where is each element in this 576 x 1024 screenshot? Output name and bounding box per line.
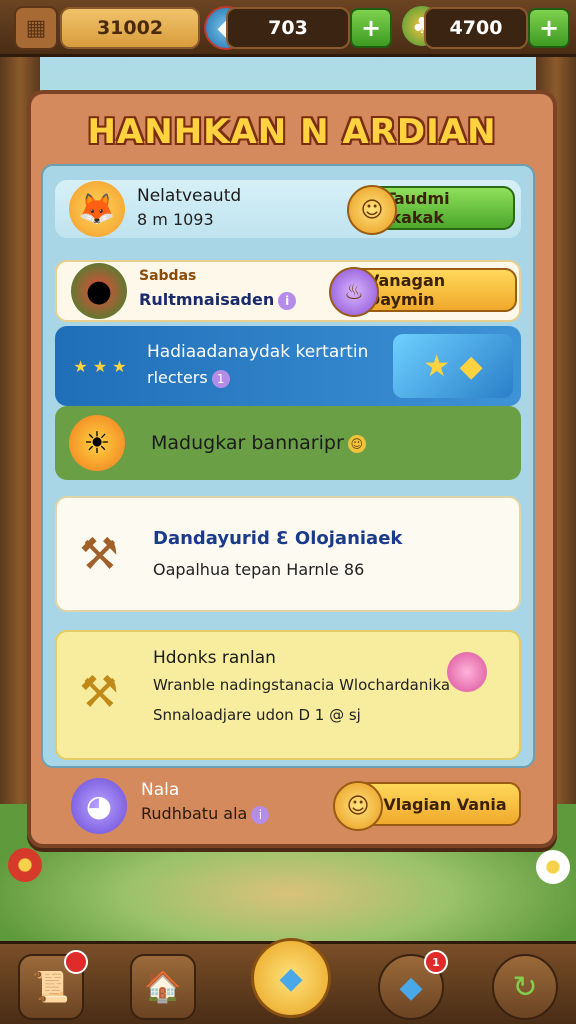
vlagian-button[interactable]: ☺ Vlagian Vania (333, 781, 521, 831)
bottom-navigation: 📜 🏠 ◆ ◆ 1 ↻ (0, 938, 576, 1024)
footer-row: ◕ Nala Rudhbatu ala i ☺ Vlagian Vania (41, 774, 531, 836)
refresh-button[interactable]: ↻ (492, 954, 558, 1020)
row-title: Nelatveautd (137, 186, 242, 206)
row-line-3: Snnaloadjare udon D 1 @ sj (153, 706, 361, 724)
gold-counter: 31002 (60, 7, 200, 49)
notification-dot (64, 950, 88, 974)
star-ticket-icon[interactable]: ★ ◆ (393, 334, 513, 398)
button-label: Taudmi ikakak (385, 189, 450, 227)
gem-counter: 703 (226, 7, 350, 49)
smiley-coin-icon: ☺ (333, 781, 383, 831)
smiley-coin-icon: ☺ (347, 185, 397, 235)
list-item: ● Sabdas Rultmnaisaden i ♨ Vanagan Daymin (55, 260, 521, 322)
notification-badge: 1 (424, 950, 448, 974)
coin-icon: ☺ (347, 434, 366, 453)
button-label: Vlagian Vania (383, 794, 507, 814)
purple-pot-icon: ♨ (329, 267, 379, 317)
shop-button[interactable]: 🏠 (130, 954, 196, 1020)
list-item: ★ ★ ★ Hadiaadanaydak kertartin rlecters 1… (55, 326, 521, 406)
row-title: Hadiaadanaydak kertartin (147, 342, 369, 362)
panel-content: 🦊 Nelatveautd 8 m 1093 ☺ Taudmi ikakak ●… (41, 164, 535, 768)
row-subtitle: Oapalhua tepan Harnle 86 (153, 560, 365, 579)
row-line-2: Wranble nadingstanacia Wlochardanika (153, 676, 451, 694)
button-label: Vanagan Daymin (367, 271, 446, 309)
diamond-button[interactable]: ◆ (251, 938, 331, 1018)
row-title-text: Madugkar bannaripr (151, 432, 344, 454)
panel-title: HANHKAN N ARDIAN (87, 112, 497, 152)
watermelon-icon: ● (71, 263, 127, 319)
row-subtitle: 8 m 1093 (137, 210, 214, 229)
footer-subtitle: Rudhbatu ala i (141, 804, 270, 824)
red-flower-icon (8, 848, 42, 882)
coin-counter: 4700 (424, 7, 528, 49)
scroll-icon: 📜 (32, 969, 70, 1005)
hammer-gold-icon: ⚒ (79, 666, 119, 718)
purple-creature-icon: ◕ (71, 778, 127, 834)
white-flower-icon (536, 850, 570, 884)
footer-subtitle-text: Rudhbatu ala (141, 804, 248, 823)
list-item: 🦊 Nelatveautd 8 m 1093 ☺ Taudmi ikakak (55, 180, 521, 238)
info-icon: i (251, 805, 270, 824)
row-title: Dandayurid Ɛ Olojaniaek (153, 528, 403, 549)
row-title: Hdonks ranlan (153, 648, 276, 668)
quest-panel: HANHKAN N ARDIAN 🦊 Nelatveautd 8 m 1093 … (27, 90, 557, 848)
row-subtitle: rlecters 1 (147, 368, 230, 388)
add-coins-button[interactable]: + (528, 8, 570, 48)
row-subtitle-text: Rultmnaisaden (139, 290, 275, 309)
list-item[interactable]: ⚒ Hdonks ranlan Wranble nadingstanacia W… (55, 630, 521, 760)
ticket-icons: ★ ★ ★ (73, 356, 127, 376)
shield-gem-button[interactable]: ◆ 1 (378, 950, 448, 1020)
footer-title: Nala (141, 780, 180, 800)
add-gems-button[interactable]: + (350, 8, 392, 48)
list-item[interactable]: ⚒ Dandayurid Ɛ Olojaniaek Oapalhua tepan… (55, 496, 521, 612)
shield-gem-icon: ◆ (399, 969, 423, 1005)
shop-icon: 🏠 (144, 969, 182, 1005)
sun-icon: ☀ (69, 415, 125, 471)
row-subtitle-text: rlecters (147, 368, 208, 387)
pink-gem-icon (447, 652, 487, 692)
row-title: Sabdas (139, 268, 197, 284)
diamond-icon: ◆ (279, 960, 303, 996)
info-icon: i (278, 291, 297, 310)
row-subtitle: Rultmnaisaden i (139, 290, 297, 310)
scroll-button[interactable]: 📜 (18, 950, 88, 1020)
crate-icon: ▦ (14, 6, 58, 50)
refresh-icon: ↻ (512, 969, 538, 1005)
hammer-icon: ⚒ (79, 528, 119, 580)
list-item: ☀ Madugkar bannaripr ☺ (55, 406, 521, 480)
tag-badge: 1 (211, 369, 230, 388)
row-title: Madugkar bannaripr ☺ (151, 432, 366, 454)
vanagan-button[interactable]: ♨ Vanagan Daymin (329, 267, 517, 317)
fox-icon: 🦊 (69, 181, 125, 237)
top-resource-bar: ▦ 31002 ◆ 703 + ♣ 4700 + (0, 0, 576, 57)
claim-button[interactable]: ☺ Taudmi ikakak (347, 185, 515, 235)
